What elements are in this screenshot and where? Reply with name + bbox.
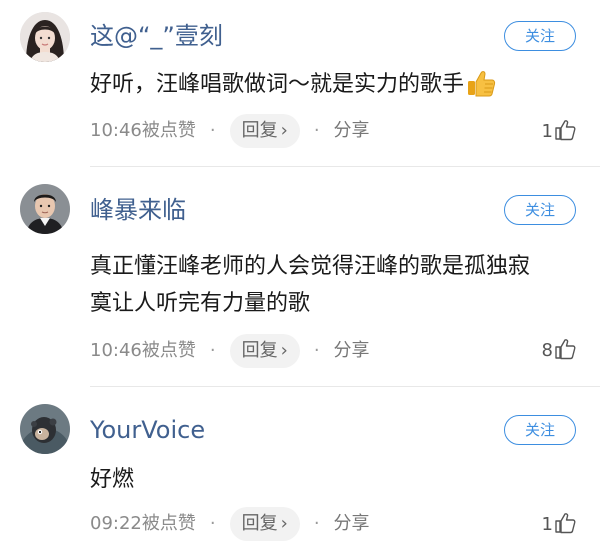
chevron-right-icon: › [280,120,288,141]
share-button[interactable]: 分享 [334,507,370,541]
like-count: 8 [541,340,553,361]
like-count: 1 [541,121,553,142]
chevron-right-icon: › [280,513,288,534]
like-icon [555,339,576,360]
reply-label: 回复 [241,340,278,361]
separator-dot: · [313,340,320,361]
avatar[interactable] [20,12,70,62]
comment-time: 09:22被点赞 [90,513,196,534]
separator-dot: · [313,120,320,141]
like-button[interactable]: 1 [542,117,576,147]
username[interactable]: 峰暴来临 [90,195,186,225]
reply-button[interactable]: 回复 › [229,507,300,541]
comment-text-body: 好听，汪峰唱歌做词～就是实力的歌手 [90,72,465,97]
separator-dot: · [209,340,216,361]
separator-dot: · [209,513,216,534]
comment-text-body: 好燃 [90,467,135,492]
follow-button[interactable]: 关注 [504,195,576,225]
separator-dot: · [209,120,216,141]
like-button[interactable]: 8 [542,336,576,366]
username[interactable]: YourVoice [90,415,205,445]
reply-label: 回复 [241,513,278,534]
share-button[interactable]: 分享 [334,114,370,148]
thumbs-up-icon [466,69,496,109]
comment-meta: 10:46被点赞 · 回复 › · 分享 [90,114,370,148]
follow-button[interactable]: 关注 [504,21,576,51]
comment-meta: 09:22被点赞 · 回复 › · 分享 [90,507,370,541]
avatar[interactable] [20,184,70,234]
comment-meta: 10:46被点赞 · 回复 › · 分享 [90,334,370,368]
chevron-right-icon: › [280,340,288,361]
comment-text: 真正懂汪峰老师的人会觉得汪峰的歌是孤独寂 寞让人听完有力量的歌 [90,248,560,322]
comment-text-line: 寞让人听完有力量的歌 [90,291,311,316]
avatar[interactable] [20,404,70,454]
comment-time: 10:46被点赞 [90,120,196,141]
divider [90,166,600,167]
follow-button[interactable]: 关注 [504,415,576,445]
like-button[interactable]: 1 [542,510,576,540]
reply-button[interactable]: 回复 › [229,334,300,368]
like-icon [555,120,576,141]
comment-text: 好听，汪峰唱歌做词～就是实力的歌手 [90,66,560,109]
comment-text: 好燃 [90,461,560,498]
like-count: 1 [541,514,553,535]
separator-dot: · [313,513,320,534]
divider [90,386,600,387]
reply-button[interactable]: 回复 › [229,114,300,148]
like-icon [555,513,576,534]
comment-text-line: 真正懂汪峰老师的人会觉得汪峰的歌是孤独寂 [90,254,531,279]
share-button[interactable]: 分享 [334,334,370,368]
reply-label: 回复 [241,120,278,141]
username[interactable]: 这@“_”壹刻 [90,21,223,51]
comment-time: 10:46被点赞 [90,340,196,361]
